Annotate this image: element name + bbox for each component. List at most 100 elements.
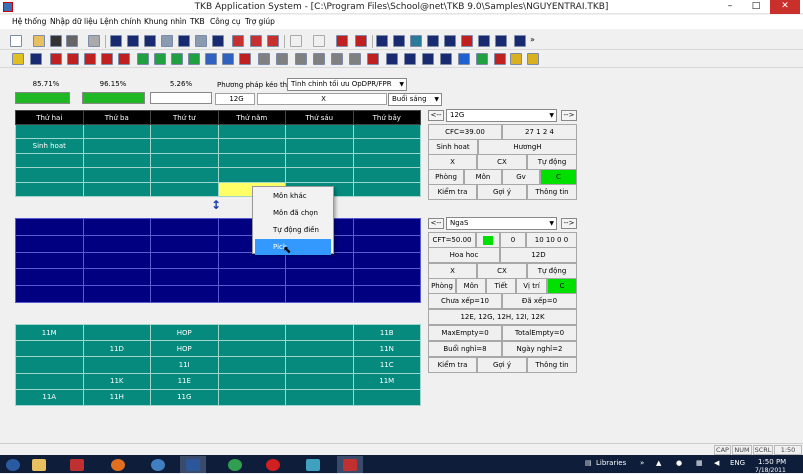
tool-gray-2-icon[interactable] xyxy=(276,53,288,65)
tool-red-1-icon[interactable] xyxy=(232,35,244,47)
grid-tool-5-icon[interactable] xyxy=(444,35,456,47)
auto-button[interactable]: Tự động xyxy=(527,154,577,170)
timetable-1-cell[interactable] xyxy=(150,181,219,197)
tool-blue-2-icon[interactable] xyxy=(205,53,217,65)
timetable-3-cell[interactable] xyxy=(82,323,151,342)
tool-gray-3-icon[interactable] xyxy=(313,53,325,65)
timetable-3-cell[interactable] xyxy=(15,340,84,358)
print-icon[interactable] xyxy=(66,35,78,47)
tool-red-a-icon[interactable] xyxy=(50,53,62,65)
subject-button[interactable]: Môn xyxy=(464,169,502,185)
timetable-2-cell[interactable] xyxy=(352,251,421,270)
new-file-icon[interactable] xyxy=(10,35,22,47)
taskbar-opera[interactable] xyxy=(260,456,286,473)
timetable-1-cell[interactable] xyxy=(352,123,421,140)
libraries-icon[interactable]: ▤ xyxy=(585,459,592,467)
class-field[interactable]: 12G xyxy=(215,93,255,105)
timetable-3-cell[interactable] xyxy=(285,372,354,390)
next-teacher-button[interactable]: --> xyxy=(561,218,577,229)
taskbar-chrome[interactable] xyxy=(222,456,248,473)
timetable-2-cell[interactable] xyxy=(352,285,421,303)
room-button[interactable]: Phòng xyxy=(428,169,464,185)
menu-tro-giup[interactable]: Trợ giúp xyxy=(245,17,275,26)
menu-item-mon-khac[interactable]: Môn khác xyxy=(253,188,333,204)
timetable-2-cell[interactable] xyxy=(82,218,151,236)
teacher-button[interactable]: Gv xyxy=(502,169,540,185)
tray-icon-2[interactable]: ● xyxy=(676,459,682,467)
timetable-2-cell[interactable] xyxy=(82,251,151,270)
class-select[interactable]: 12G ▼ xyxy=(446,109,557,122)
timetable-1-cell[interactable] xyxy=(15,123,84,140)
grid-view-2-icon[interactable] xyxy=(127,35,139,47)
timetable-2-cell[interactable] xyxy=(82,285,151,303)
timetable-1-cell[interactable] xyxy=(15,152,84,169)
room-button-2[interactable]: Phòng xyxy=(428,278,456,294)
timetable-2-cell[interactable] xyxy=(352,218,421,236)
timetable-1-cell[interactable]: Sinh hoat xyxy=(15,138,84,154)
tool-blue-8-icon[interactable] xyxy=(458,53,470,65)
session-select[interactable]: Buổi sáng ▼ xyxy=(388,93,442,106)
tool-red-b-icon[interactable] xyxy=(67,53,79,65)
grid-tool-3-icon[interactable] xyxy=(410,35,422,47)
menu-he-thong[interactable]: Hệ thống xyxy=(12,17,46,26)
prev-class-button[interactable]: <-- xyxy=(428,110,444,121)
timetable-2-cell[interactable] xyxy=(217,268,286,287)
timetable-2-cell[interactable] xyxy=(352,234,421,253)
timetable-3-cell[interactable] xyxy=(285,340,354,358)
timetable-3-cell[interactable]: 11K xyxy=(82,372,151,390)
timetable-3-cell[interactable]: 11A xyxy=(15,388,84,406)
timetable-2-cell[interactable] xyxy=(217,285,286,303)
timetable-2-cell[interactable] xyxy=(15,234,84,253)
timetable-3-cell[interactable]: 11G xyxy=(150,388,219,406)
timetable-1-cell[interactable] xyxy=(217,123,286,140)
grid-tool-7-icon[interactable] xyxy=(478,35,490,47)
timetable-2-cell[interactable] xyxy=(150,251,219,270)
toolbar-overflow-icon[interactable]: » xyxy=(530,35,542,47)
timetable-3-cell[interactable] xyxy=(217,323,286,342)
timetable-1-cell[interactable] xyxy=(217,138,286,154)
check-button[interactable]: Kiểm tra xyxy=(428,184,477,200)
hint-button[interactable]: Gợi ý xyxy=(477,184,527,200)
grid-tool-4-icon[interactable] xyxy=(427,35,439,47)
c-button-2[interactable]: C xyxy=(547,278,577,294)
menu-item-mon-da-chon[interactable]: Môn đã chọn xyxy=(253,205,333,221)
tool-green-2-icon[interactable] xyxy=(154,53,166,65)
timetable-1-cell[interactable] xyxy=(15,167,84,183)
grid-view-6-icon[interactable] xyxy=(195,35,207,47)
tool-green-4-icon[interactable] xyxy=(188,53,200,65)
timetable-1-cell[interactable] xyxy=(352,152,421,169)
timetable-3-cell[interactable]: 11E xyxy=(150,372,219,390)
timetable-3-cell[interactable]: 11N xyxy=(352,340,421,358)
network-icon[interactable]: ▦ xyxy=(696,459,703,467)
timetable-3-cell[interactable] xyxy=(82,356,151,374)
timetable-2-cell[interactable] xyxy=(150,218,219,236)
taskbar-app-1[interactable] xyxy=(64,456,90,473)
grid-tool-1-icon[interactable] xyxy=(376,35,388,47)
taskbar-firefox[interactable] xyxy=(105,456,131,473)
menu-cong-cu[interactable]: Công cụ xyxy=(210,17,241,26)
tool-blue-6-icon[interactable] xyxy=(422,53,434,65)
timetable-3-cell[interactable]: 11H xyxy=(82,388,151,406)
tool-red-4-icon[interactable] xyxy=(355,35,367,47)
timetable-3-cell[interactable]: 11I xyxy=(150,356,219,374)
taskbar-tkb[interactable] xyxy=(337,456,363,473)
grid-view-1-icon[interactable] xyxy=(110,35,122,47)
timetable-2-cell[interactable] xyxy=(150,268,219,287)
volume-icon[interactable]: ◀ xyxy=(714,459,719,467)
tool-red-f-icon[interactable] xyxy=(239,53,251,65)
tool-red-3-icon[interactable] xyxy=(267,35,279,47)
info-button[interactable]: Thông tin xyxy=(527,184,577,200)
timetable-3-cell[interactable]: 11B xyxy=(352,323,421,342)
menu-item-tu-dong-dien[interactable]: Tự động điền xyxy=(253,222,333,238)
timetable-2-cell[interactable] xyxy=(15,285,84,303)
taskbar-app-3[interactable] xyxy=(300,456,326,473)
timetable-3-cell[interactable]: 11M xyxy=(15,323,84,342)
clock-time[interactable]: 1:50 PM xyxy=(758,458,786,466)
taskbar-word[interactable] xyxy=(180,456,206,473)
timetable-2-cell[interactable] xyxy=(15,218,84,236)
grid-view-3-icon[interactable] xyxy=(144,35,156,47)
timetable-2-cell[interactable] xyxy=(82,268,151,287)
timetable-3-cell[interactable] xyxy=(217,388,286,406)
x-button[interactable]: X xyxy=(428,154,477,170)
grid-tool-6-icon[interactable] xyxy=(461,35,473,47)
